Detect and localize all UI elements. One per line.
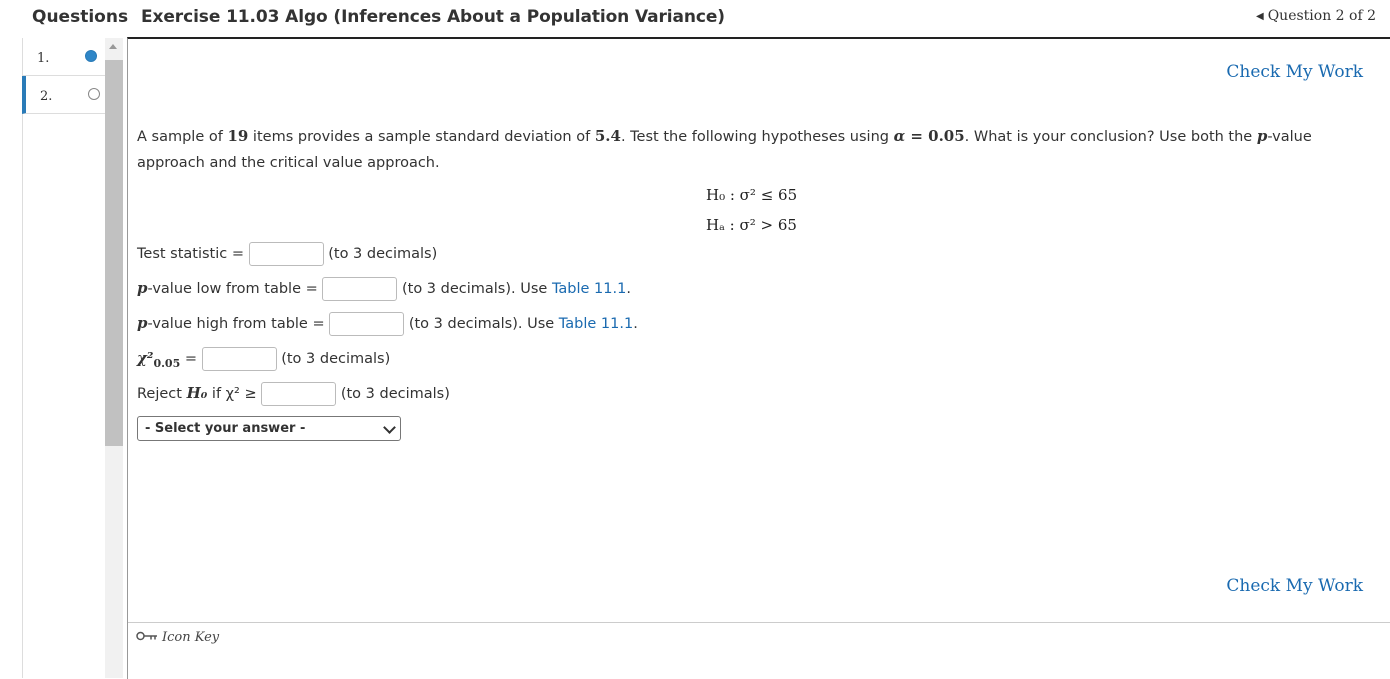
check-my-work-link[interactable]: Check My Work bbox=[1226, 62, 1363, 82]
decimals-hint: (to 3 decimals) bbox=[340, 386, 450, 402]
chevron-down-icon bbox=[383, 421, 396, 434]
sample-size: 19 bbox=[227, 127, 249, 145]
test-statistic-input[interactable] bbox=[248, 242, 324, 266]
decimals-hint: (to 3 decimals). Use bbox=[408, 316, 559, 332]
hypotheses: H₀ : σ² ≤ 65 Hₐ : σ² > 65 bbox=[706, 180, 797, 240]
question-list: 1. 2. bbox=[22, 38, 106, 678]
question-number: 1. bbox=[37, 51, 50, 66]
chi-subscript: 0.05 bbox=[153, 356, 181, 370]
problem-text: items provides a sample standard deviati… bbox=[248, 129, 595, 145]
divider bbox=[128, 622, 1390, 623]
decimals-hint: (to 3 decimals). Use bbox=[401, 281, 552, 297]
table-link[interactable]: Table 11.1 bbox=[559, 316, 633, 332]
p-value-high-input[interactable] bbox=[329, 312, 405, 336]
problem-statement: A sample of 19 items provides a sample s… bbox=[137, 123, 1367, 176]
alpha-symbol: α bbox=[893, 127, 906, 145]
period: . bbox=[633, 316, 638, 332]
scrollbar[interactable] bbox=[105, 38, 123, 678]
critical-value-input[interactable] bbox=[201, 347, 277, 371]
key-icon bbox=[136, 630, 158, 645]
question-item-2[interactable]: 2. bbox=[22, 76, 105, 114]
alpha-value: = 0.05 bbox=[905, 127, 965, 145]
unanswered-status-icon bbox=[88, 88, 100, 100]
questions-heading: Questions bbox=[32, 7, 129, 27]
p-value-low-label: -value low from table = bbox=[147, 281, 318, 297]
icon-key[interactable]: Icon Key bbox=[136, 630, 219, 645]
rejection-rule-row: Reject H₀ if χ² ≥ (to 3 decimals) bbox=[137, 382, 450, 406]
scrollbar-thumb[interactable] bbox=[105, 60, 123, 446]
p-symbol: p bbox=[137, 314, 148, 332]
problem-text: . Test the following hypotheses using bbox=[620, 129, 894, 145]
question-item-1[interactable]: 1. bbox=[23, 38, 106, 76]
question-nav-label: Question 2 of 2 bbox=[1267, 8, 1376, 24]
conclusion-select[interactable]: - Select your answer - bbox=[137, 416, 401, 441]
h0-symbol: H₀ bbox=[186, 384, 208, 402]
p-symbol: p bbox=[137, 279, 148, 297]
caret-left-icon[interactable]: ◀ bbox=[1256, 11, 1264, 22]
equals-sign: = bbox=[184, 351, 197, 367]
p-value-low-row: p-value low from table = (to 3 decimals)… bbox=[137, 277, 631, 301]
question-number: 2. bbox=[40, 89, 53, 104]
reject-label: Reject bbox=[137, 386, 187, 402]
icon-key-label: Icon Key bbox=[162, 630, 220, 645]
select-value: - Select your answer - bbox=[145, 421, 306, 436]
p-value-high-label: -value high from table = bbox=[147, 316, 325, 332]
page-title: Exercise 11.03 Algo (Inferences About a … bbox=[141, 7, 725, 27]
check-my-work-link-bottom[interactable]: Check My Work bbox=[1226, 576, 1363, 596]
period: . bbox=[626, 281, 631, 297]
problem-text: A sample of bbox=[137, 129, 228, 145]
rejection-value-input[interactable] bbox=[261, 382, 337, 406]
decimals-hint: (to 3 decimals) bbox=[328, 246, 438, 262]
scroll-up-icon[interactable] bbox=[109, 44, 117, 49]
null-hypothesis: H₀ : σ² ≤ 65 bbox=[706, 186, 798, 204]
table-link[interactable]: Table 11.1 bbox=[552, 281, 626, 297]
p-symbol: p bbox=[1256, 127, 1268, 145]
answered-status-icon bbox=[85, 50, 97, 62]
chi-square-symbol: χ² bbox=[137, 349, 154, 367]
reject-condition: if χ² ≥ bbox=[207, 386, 257, 402]
p-value-high-row: p-value high from table = (to 3 decimals… bbox=[137, 312, 638, 336]
alternative-hypothesis: Hₐ : σ² > 65 bbox=[706, 216, 797, 234]
sample-sd: 5.4 bbox=[594, 127, 621, 145]
question-panel: Check My Work A sample of 19 items provi… bbox=[127, 37, 1390, 679]
problem-text: . What is your conclusion? Use both the bbox=[964, 129, 1257, 145]
question-nav[interactable]: ◀ Question 2 of 2 bbox=[1256, 8, 1376, 24]
test-statistic-label: Test statistic = bbox=[137, 246, 245, 262]
p-value-low-input[interactable] bbox=[322, 277, 398, 301]
decimals-hint: (to 3 decimals) bbox=[281, 351, 391, 367]
test-statistic-row: Test statistic = (to 3 decimals) bbox=[137, 242, 437, 266]
critical-value-row: χ²0.05 = (to 3 decimals) bbox=[137, 347, 390, 371]
